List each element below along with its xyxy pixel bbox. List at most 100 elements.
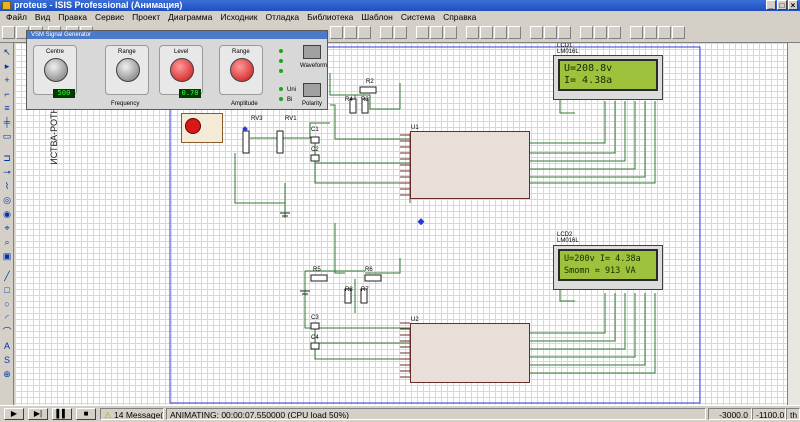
bus-icon[interactable]: ╪ (1, 117, 13, 128)
uni-label: Uni (287, 87, 297, 93)
pick-device-icon[interactable] (530, 26, 543, 39)
menu-template[interactable]: Шаблон (357, 11, 396, 23)
undo-icon[interactable] (380, 26, 393, 39)
generator-icon[interactable]: ◉ (1, 209, 13, 220)
waveform-button[interactable] (303, 45, 321, 59)
close-button[interactable]: × (788, 0, 798, 10)
zoom-out-icon[interactable] (344, 26, 357, 39)
menu-file[interactable]: Файл (2, 11, 31, 23)
coordinate-x: -3000.0 (708, 408, 752, 420)
block-copy-icon[interactable] (466, 26, 479, 39)
redo-icon[interactable] (394, 26, 407, 39)
current-probe-icon[interactable]: ⌕ (1, 237, 13, 248)
bi-label: Bi (287, 97, 293, 103)
u2-microcontroller[interactable] (410, 323, 530, 383)
frequency-label: Frequency (111, 101, 140, 107)
centre-dial[interactable]: Centre (33, 45, 77, 95)
menu-help[interactable]: Справка (439, 11, 480, 23)
electrical-check-icon[interactable] (658, 26, 671, 39)
window-controls: _ □ × (766, 0, 798, 10)
virtual-instrument-icon[interactable]: ▣ (1, 251, 13, 262)
component-mode-icon[interactable]: ▸ (1, 61, 13, 72)
menu-design[interactable]: Проект (128, 11, 164, 23)
r2-label: R2 (366, 79, 374, 85)
netlist-icon[interactable] (630, 26, 643, 39)
copy-icon[interactable] (430, 26, 443, 39)
frequency-range-knob[interactable] (116, 58, 140, 82)
block-delete-icon[interactable] (508, 26, 521, 39)
property-assign-icon[interactable] (608, 26, 621, 39)
messages-field[interactable]: ⚠ 14 Message(s) (100, 408, 164, 420)
text-icon[interactable]: A (1, 341, 13, 352)
signal-source-symbol[interactable] (181, 113, 223, 143)
marker-icon[interactable]: ⊕ (1, 369, 13, 380)
device-pin-icon[interactable]: ⊸ (1, 167, 13, 178)
tape-recorder-icon[interactable]: ◎ (1, 195, 13, 206)
ares-icon[interactable] (672, 26, 685, 39)
frequency-range-dial[interactable]: Range (105, 45, 149, 95)
zoom-in-icon[interactable] (330, 26, 343, 39)
minimize-button[interactable]: _ (766, 0, 776, 10)
bill-of-materials-icon[interactable] (644, 26, 657, 39)
menu-source[interactable]: Исходник (216, 11, 261, 23)
selection-mode-icon[interactable]: ↖ (1, 47, 13, 58)
menu-tools[interactable]: Сервис (91, 11, 128, 23)
symbol-icon[interactable]: S (1, 355, 13, 366)
signal-generator-panel[interactable]: VSM Signal Generator Centre 500 Range Fr… (26, 30, 328, 110)
menu-system[interactable]: Система (397, 11, 439, 23)
unit-label: th (786, 408, 800, 420)
search-icon[interactable] (594, 26, 607, 39)
stop-button[interactable]: ■ (76, 408, 96, 420)
new-file-icon[interactable] (2, 26, 15, 39)
terminal-icon[interactable]: ⊐ (1, 153, 13, 164)
menu-graph[interactable]: Диаграмма (164, 11, 216, 23)
menu-view[interactable]: Вид (31, 11, 54, 23)
lcd2-line2: Smomn = 913 VA (564, 266, 636, 276)
level-dial[interactable]: Level (159, 45, 203, 95)
amplitude-range-knob[interactable] (230, 58, 254, 82)
amplitude-range-dial[interactable]: Range (219, 45, 263, 95)
wire-label-icon[interactable]: ⌐ (1, 89, 13, 100)
polarity-button[interactable] (303, 83, 321, 97)
level-knob[interactable] (170, 58, 194, 82)
text-script-icon[interactable]: ≡ (1, 103, 13, 114)
coordinate-y: -1100.0 (752, 408, 786, 420)
c4-label: C4 (311, 335, 319, 341)
menu-library[interactable]: Библиотека (303, 11, 357, 23)
lcd2-display: U=200v I= 4.38a Smomn = 913 VA (558, 249, 658, 281)
vertical-scrollbar[interactable] (787, 43, 800, 405)
make-device-icon[interactable] (544, 26, 557, 39)
pause-button[interactable]: ▌▌ (52, 408, 72, 420)
junction-dot-icon[interactable]: + (1, 75, 13, 86)
circle-icon[interactable]: ○ (1, 299, 13, 310)
zoom-all-icon[interactable] (358, 26, 371, 39)
arc-icon[interactable]: ◜ (1, 313, 13, 324)
voltage-probe-icon[interactable]: ⌖ (1, 223, 13, 234)
window-title: proteus - ISIS Professional (Анимация) (14, 0, 183, 10)
menu-debug[interactable]: Отладка (262, 11, 304, 23)
maximize-button[interactable]: □ (777, 0, 787, 10)
centre-knob[interactable] (44, 58, 68, 82)
block-rotate-icon[interactable] (494, 26, 507, 39)
u1-pins (400, 134, 410, 196)
waveform-label: Waveform (300, 63, 328, 69)
messages-count: 14 Message(s) (114, 410, 164, 420)
wire-autorouter-icon[interactable] (580, 26, 593, 39)
block-move-icon[interactable] (480, 26, 493, 39)
packaging-icon[interactable] (558, 26, 571, 39)
proteus-app-icon (2, 1, 11, 10)
path-icon[interactable]: ⌒ (1, 327, 13, 338)
box-icon[interactable]: □ (1, 285, 13, 296)
menu-edit[interactable]: Правка (54, 11, 91, 23)
paste-icon[interactable] (444, 26, 457, 39)
subcircuit-icon[interactable]: ▭ (1, 131, 13, 142)
title-bar: proteus - ISIS Professional (Анимация) _… (0, 0, 800, 11)
cut-icon[interactable] (416, 26, 429, 39)
r6-label: R6 (365, 267, 373, 273)
graph-icon[interactable]: ⌇ (1, 181, 13, 192)
lcd2-part: LM016L (557, 238, 579, 244)
step-button[interactable]: ▶| (28, 408, 48, 420)
line-icon[interactable]: ╱ (1, 271, 13, 282)
u1-microcontroller[interactable] (410, 131, 530, 199)
play-button[interactable]: ▶ (4, 408, 24, 420)
